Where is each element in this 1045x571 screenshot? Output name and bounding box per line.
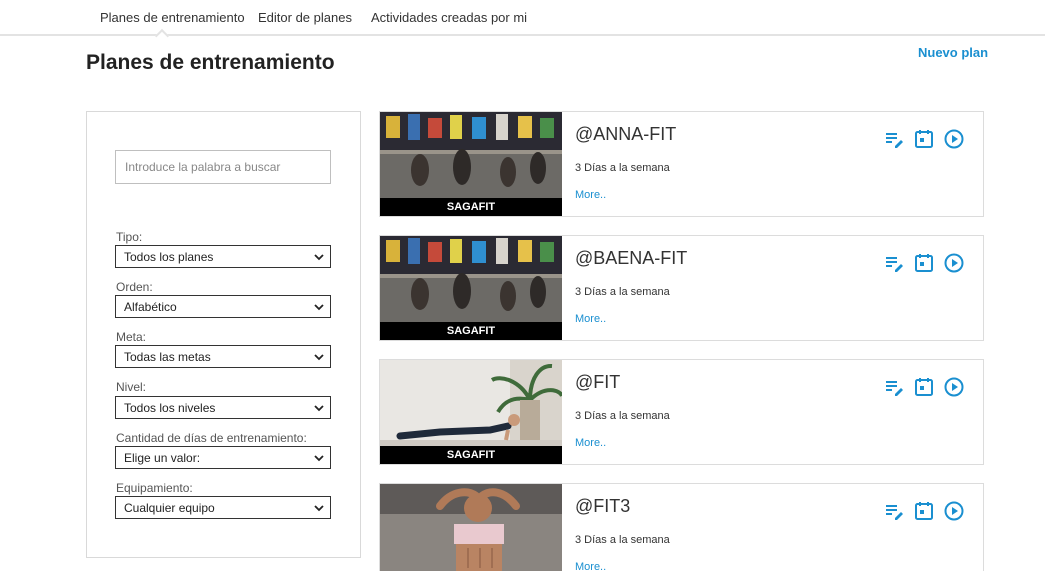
calendar-icon[interactable] xyxy=(913,500,935,522)
top-nav: Planes de entrenamiento Editor de planes… xyxy=(0,0,1045,36)
plan-more-link[interactable]: More.. xyxy=(575,561,606,571)
plan-thumbnail[interactable]: SAGAFIT xyxy=(380,360,562,464)
filter-level-select[interactable]: Todos los niveles xyxy=(115,396,331,419)
filters-panel: Tipo: Todos los planes Orden: Alfabético… xyxy=(86,111,361,558)
plan-title[interactable]: @FIT xyxy=(575,372,620,393)
chevron-down-icon xyxy=(314,304,324,311)
chevron-down-icon xyxy=(314,505,324,512)
play-icon[interactable] xyxy=(943,128,965,150)
plan-title[interactable]: @BAENA-FIT xyxy=(575,248,687,269)
plan-brand-label: SAGAFIT xyxy=(380,322,562,340)
filter-days-label: Cantidad de días de entrenamiento: xyxy=(116,431,307,445)
plan-days: 3 Días a la semana xyxy=(575,286,670,298)
filter-type-select[interactable]: Todos los planes xyxy=(115,245,331,268)
plan-thumbnail[interactable]: SAGAFIT xyxy=(380,236,562,340)
plan-title[interactable]: @ANNA-FIT xyxy=(575,124,676,145)
play-icon[interactable] xyxy=(943,376,965,398)
plan-brand-label: SAGAFIT xyxy=(380,446,562,464)
plan-card: @FIT3 3 Días a la semana More.. xyxy=(379,483,984,571)
plan-days: 3 Días a la semana xyxy=(575,534,670,546)
calendar-icon[interactable] xyxy=(913,128,935,150)
filter-order-value: Alfabético xyxy=(124,300,177,314)
plan-days: 3 Días a la semana xyxy=(575,162,670,174)
filter-order-label: Orden: xyxy=(116,280,153,294)
plan-card: SAGAFIT @BAENA-FIT 3 Días a la semana Mo… xyxy=(379,235,984,341)
filter-level-label: Nivel: xyxy=(116,380,147,394)
situp-exercise-photo xyxy=(380,484,562,571)
chevron-down-icon xyxy=(314,354,324,361)
filter-goal-label: Meta: xyxy=(116,330,147,344)
filter-type-label: Tipo: xyxy=(116,230,143,244)
plan-more-link[interactable]: More.. xyxy=(575,189,606,201)
tab-training-plans[interactable]: Planes de entrenamiento xyxy=(100,10,245,25)
plan-card: SAGAFIT @ANNA-FIT 3 Días a la semana Mor… xyxy=(379,111,984,217)
edit-list-icon[interactable] xyxy=(883,500,905,522)
filter-equipment-label: Equipamiento: xyxy=(116,481,193,495)
filter-level-value: Todos los niveles xyxy=(124,401,216,415)
plan-card: SAGAFIT @FIT 3 Días a la semana More.. xyxy=(379,359,984,465)
chevron-down-icon xyxy=(314,455,324,462)
tab-my-activities[interactable]: Actividades creadas por mi xyxy=(371,10,527,25)
plan-more-link[interactable]: More.. xyxy=(575,313,606,325)
tab-plan-editor[interactable]: Editor de planes xyxy=(258,10,352,25)
play-icon[interactable] xyxy=(943,500,965,522)
chevron-down-icon xyxy=(314,405,324,412)
edit-list-icon[interactable] xyxy=(883,376,905,398)
search-input[interactable] xyxy=(115,150,331,184)
filter-equipment-select[interactable]: Cualquier equipo xyxy=(115,496,331,519)
filter-goal-select[interactable]: Todas las metas xyxy=(115,345,331,368)
filter-equipment-value: Cualquier equipo xyxy=(124,501,215,515)
new-plan-link[interactable]: Nuevo plan xyxy=(918,45,988,60)
filter-type-value: Todos los planes xyxy=(124,250,214,264)
filter-days-value: Elige un valor: xyxy=(124,451,201,465)
plan-thumbnail[interactable] xyxy=(380,484,562,571)
plan-days: 3 Días a la semana xyxy=(575,410,670,422)
edit-list-icon[interactable] xyxy=(883,252,905,274)
calendar-icon[interactable] xyxy=(913,252,935,274)
plan-title[interactable]: @FIT3 xyxy=(575,496,630,517)
plan-brand-label: SAGAFIT xyxy=(380,198,562,216)
chevron-down-icon xyxy=(314,254,324,261)
play-icon[interactable] xyxy=(943,252,965,274)
plan-more-link[interactable]: More.. xyxy=(575,437,606,449)
filter-goal-value: Todas las metas xyxy=(124,350,211,364)
page-title: Planes de entrenamiento xyxy=(86,51,335,74)
filter-order-select[interactable]: Alfabético xyxy=(115,295,331,318)
filter-days-select[interactable]: Elige un valor: xyxy=(115,446,331,469)
calendar-icon[interactable] xyxy=(913,376,935,398)
edit-list-icon[interactable] xyxy=(883,128,905,150)
plan-thumbnail[interactable]: SAGAFIT xyxy=(380,112,562,216)
